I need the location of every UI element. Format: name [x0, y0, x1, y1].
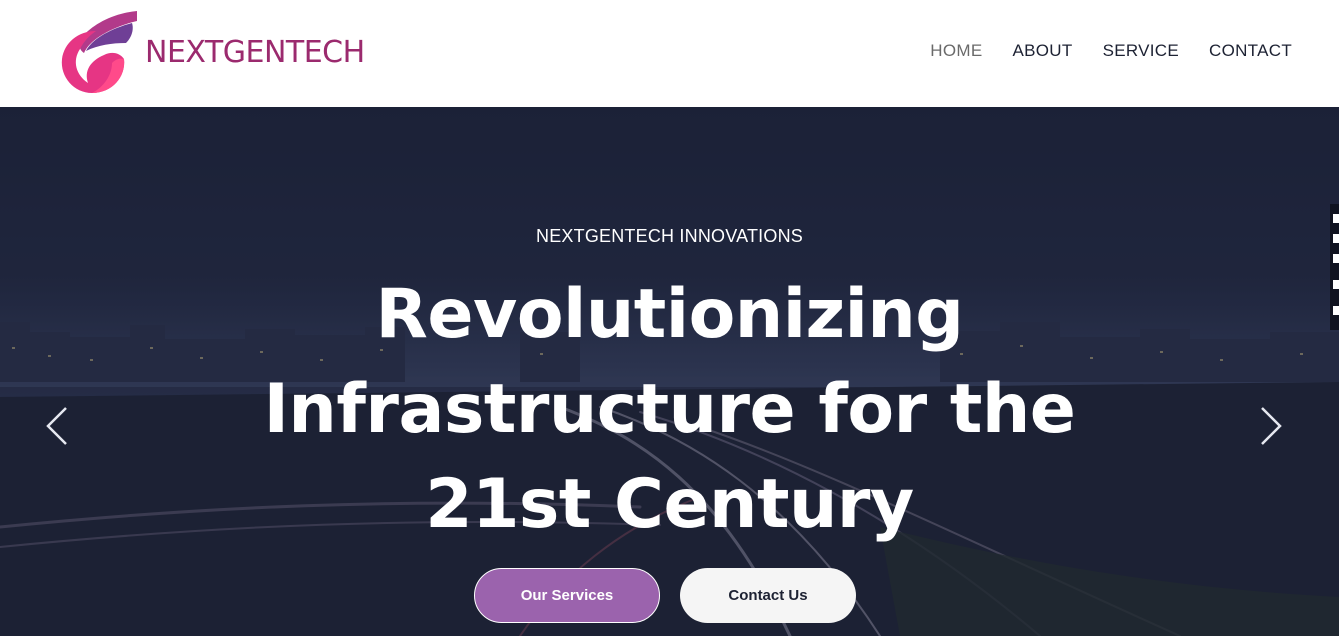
toolbar-icon[interactable]	[1333, 280, 1339, 289]
nav-about[interactable]: ABOUT	[1013, 41, 1073, 61]
headline-line-3: 21st Century	[425, 465, 914, 544]
our-services-button[interactable]: Our Services	[474, 568, 660, 623]
headline-line-2: Infrastructure for the	[263, 370, 1076, 449]
hero-headline: Revolutionizing Infrastructure for the 2…	[0, 267, 1339, 552]
chevron-left-icon[interactable]	[44, 404, 70, 448]
toolbar-icon[interactable]	[1333, 254, 1339, 263]
flame-logo-icon	[61, 11, 137, 93]
brand-name: NEXTGENTECH	[145, 34, 365, 70]
contact-us-button[interactable]: Contact Us	[680, 568, 856, 623]
hero-slider: NEXTGENTECH INNOVATIONS Revolutionizing …	[0, 107, 1339, 636]
nav-home[interactable]: HOME	[930, 41, 982, 61]
brand-logo[interactable]: NEXTGENTECH	[60, 9, 365, 95]
nav-service[interactable]: SERVICE	[1103, 41, 1179, 61]
toolbar-icon[interactable]	[1333, 306, 1339, 315]
hero-eyebrow: NEXTGENTECH INNOVATIONS	[536, 226, 803, 246]
main-nav: HOME ABOUT SERVICE CONTACT	[930, 41, 1292, 61]
toolbar-icon[interactable]	[1333, 234, 1339, 243]
headline-line-1: Revolutionizing	[375, 275, 964, 354]
side-toolbar[interactable]	[1330, 204, 1339, 330]
site-header: NEXTGENTECH HOME ABOUT SERVICE CONTACT	[0, 0, 1339, 107]
chevron-right-icon[interactable]	[1258, 404, 1284, 448]
nav-contact[interactable]: CONTACT	[1209, 41, 1292, 61]
toolbar-icon[interactable]	[1333, 214, 1339, 223]
